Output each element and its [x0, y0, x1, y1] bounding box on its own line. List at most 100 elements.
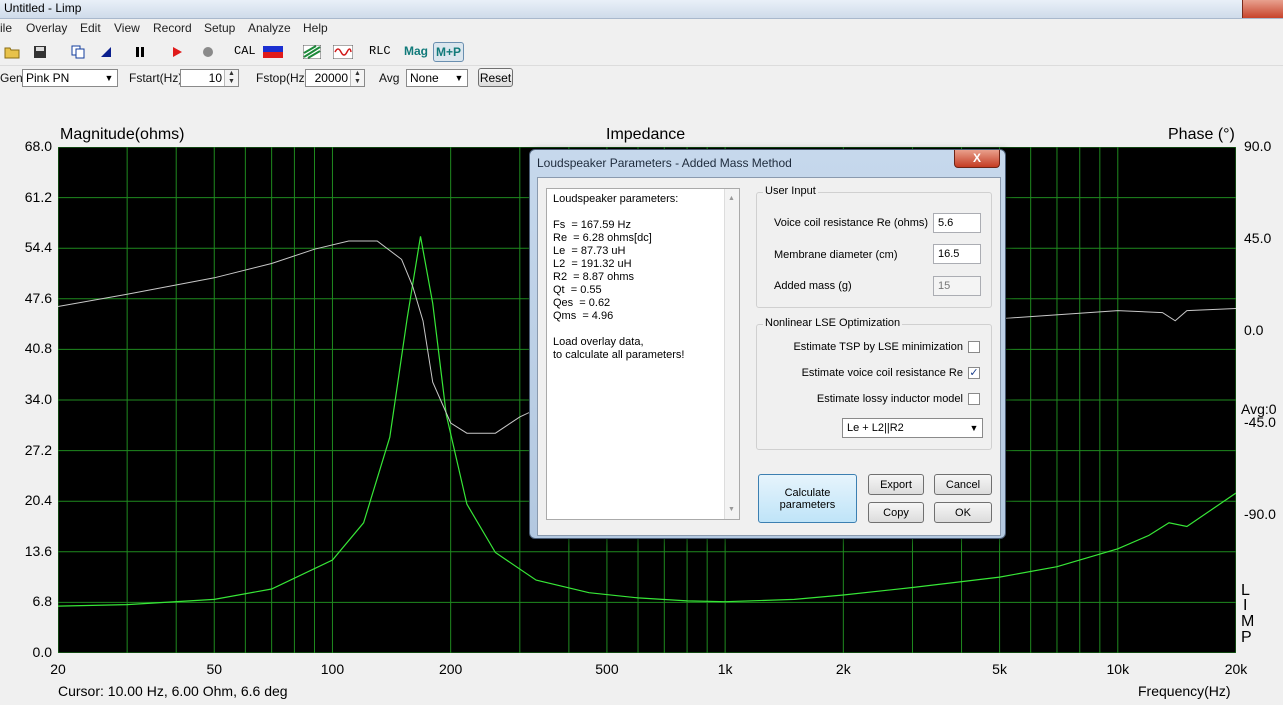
dialog-title: Loudspeaker Parameters - Added Mass Meth…	[537, 156, 792, 170]
overlay-icon[interactable]	[302, 42, 322, 62]
y2-tick-label: 0.0	[1244, 322, 1264, 338]
avg-label: Avg	[379, 71, 400, 85]
marker-icon[interactable]	[96, 42, 116, 62]
added-mass-input: 15	[933, 276, 981, 296]
x-tick-label: 20k	[1224, 661, 1248, 677]
x-tick-label: 200	[438, 661, 463, 677]
reset-button[interactable]: Reset	[478, 68, 513, 87]
stop-record-icon[interactable]	[198, 42, 218, 62]
menu-overlay[interactable]: Overlay	[26, 21, 67, 35]
membrane-diameter-input[interactable]: 16.5	[933, 244, 981, 264]
limp-letter-p: P	[1241, 629, 1252, 646]
gen-label: Gen	[0, 71, 23, 85]
y-tick-label: 27.2	[24, 441, 52, 458]
menu-bar: ile Overlay Edit View Record Setup Analy…	[0, 19, 1283, 38]
calibration-icon[interactable]	[263, 42, 283, 62]
save-icon[interactable]	[30, 42, 50, 62]
opt-lossy-checkbox[interactable]	[968, 393, 980, 405]
spin-arrows-icon[interactable]: ▲ ▼	[224, 70, 238, 86]
param-line: Le = 87.73 uH	[553, 245, 626, 257]
nls-legend: Nonlinear LSE Optimization	[763, 317, 903, 329]
generator-bar: Gen Pink PN ▼ Fstart(Hz) 10 ▲ ▼ Fstop(Hz)…	[0, 66, 1283, 92]
calculate-parameters-button[interactable]: Calculate parameters	[758, 474, 857, 523]
menu-setup[interactable]: Setup	[204, 21, 235, 35]
y-tick-label: 54.4	[24, 239, 52, 256]
copy-button[interactable]: Copy	[868, 502, 924, 523]
x-tick-label: 500	[595, 661, 619, 677]
window-close-button[interactable]	[1242, 0, 1283, 18]
param-line	[553, 323, 733, 336]
user-input-legend: User Input	[763, 185, 818, 197]
param-line: R2 = 8.87 ohms	[553, 271, 635, 283]
avg-select[interactable]: None ▼	[406, 69, 468, 87]
fstart-label: Fstart(Hz)	[129, 71, 183, 85]
ok-button[interactable]: OK	[934, 502, 992, 523]
x-tick-label: 10k	[1106, 661, 1130, 677]
params-scrollbar[interactable]: ▲ ▼	[724, 189, 739, 519]
generator-select[interactable]: Pink PN ▼	[22, 69, 118, 87]
x-tick-label: 100	[320, 661, 345, 677]
inductor-model-select[interactable]: Le + L2||R2 ▼	[842, 418, 983, 438]
y-tick-label: 61.2	[24, 188, 52, 205]
added-mass-label: Added mass (g)	[774, 280, 852, 292]
menu-edit[interactable]: Edit	[80, 21, 101, 35]
title-bar: Untitled - Limp	[0, 0, 1283, 19]
param-line: to calculate all parameters!	[553, 349, 685, 361]
rlc-button[interactable]: RLC	[369, 44, 391, 58]
mag-phase-button[interactable]: M+P	[433, 42, 464, 62]
y-tick-label: 68.0	[24, 138, 52, 154]
opt-lossy-label: Estimate lossy inductor model	[816, 393, 963, 405]
nonlinear-lse-group: Nonlinear LSE Optimization Estimate TSP …	[756, 317, 992, 450]
cancel-button[interactable]: Cancel	[934, 474, 992, 495]
spin-arrows-icon[interactable]: ▲ ▼	[350, 70, 364, 86]
y-tick-label: 13.6	[24, 542, 52, 559]
y-tick-label: 20.4	[24, 492, 52, 509]
dialog-close-button[interactable]: X	[954, 150, 1000, 168]
opt-re-checkbox[interactable]: ✓	[968, 367, 980, 379]
open-folder-icon[interactable]	[2, 42, 22, 62]
cal-button[interactable]: CAL	[234, 44, 256, 58]
toolbar: CAL RLC Mag M+P	[0, 39, 1283, 66]
y-tick-label: 47.6	[24, 289, 52, 306]
play-icon[interactable]	[167, 42, 187, 62]
fstop-input[interactable]: 20000 ▲ ▼	[305, 69, 365, 87]
param-line: Qms = 4.96	[553, 310, 614, 322]
menu-file[interactable]: ile	[0, 21, 12, 35]
fstart-value: 10	[208, 71, 222, 85]
param-line: L2 = 191.32 uH	[553, 258, 632, 270]
menu-help[interactable]: Help	[303, 21, 328, 35]
re-label: Voice coil resistance Re (ohms)	[774, 217, 929, 229]
menu-view[interactable]: View	[114, 21, 140, 35]
user-input-group: User Input Voice coil resistance Re (ohm…	[756, 185, 992, 308]
param-line: Load overlay data,	[553, 336, 644, 348]
membrane-diameter-label: Membrane diameter (cm)	[774, 249, 898, 261]
re-input[interactable]: 5.6	[933, 213, 981, 233]
inductor-model-value: Le + L2||R2	[847, 422, 904, 434]
dialog-body: ▲ ▼ Loudspeaker parameters: Fs = 167.59 H…	[537, 177, 1001, 536]
fstop-label: Fstop(Hz)	[256, 71, 309, 85]
chart-title: Impedance	[606, 126, 686, 143]
param-line: Qes = 0.62	[553, 297, 611, 309]
x-tick-label: 2k	[835, 661, 851, 677]
y2-tick-label: 90.0	[1244, 138, 1272, 154]
limp-letter-m: M	[1241, 613, 1255, 630]
magnitude-axis-title: Magnitude(ohms)	[60, 126, 185, 143]
opt-tsp-checkbox[interactable]	[968, 341, 980, 353]
waveform-icon[interactable]	[333, 42, 353, 62]
copy-icon[interactable]	[68, 42, 88, 62]
avg-count-label: Avg:0	[1241, 401, 1277, 417]
opt-tsp-label: Estimate TSP by LSE minimization	[793, 341, 963, 353]
y2-tick-label: 45.0	[1244, 230, 1272, 246]
menu-analyze[interactable]: Analyze	[248, 21, 291, 35]
param-line: Fs = 167.59 Hz	[553, 219, 631, 231]
parameters-output[interactable]: ▲ ▼ Loudspeaker parameters: Fs = 167.59 H…	[546, 188, 740, 520]
pause-icon[interactable]	[130, 42, 150, 62]
avg-value: None	[410, 71, 439, 85]
fstart-input[interactable]: 10 ▲ ▼	[180, 69, 239, 87]
mag-button[interactable]: Mag	[404, 44, 428, 58]
y-tick-label: 34.0	[24, 391, 52, 407]
export-button[interactable]: Export	[868, 474, 924, 495]
cursor-readout: Cursor: 10.00 Hz, 6.00 Ohm, 6.6 deg	[58, 683, 288, 699]
menu-record[interactable]: Record	[153, 21, 192, 35]
phase-axis-title: Phase (°)	[1168, 126, 1235, 143]
